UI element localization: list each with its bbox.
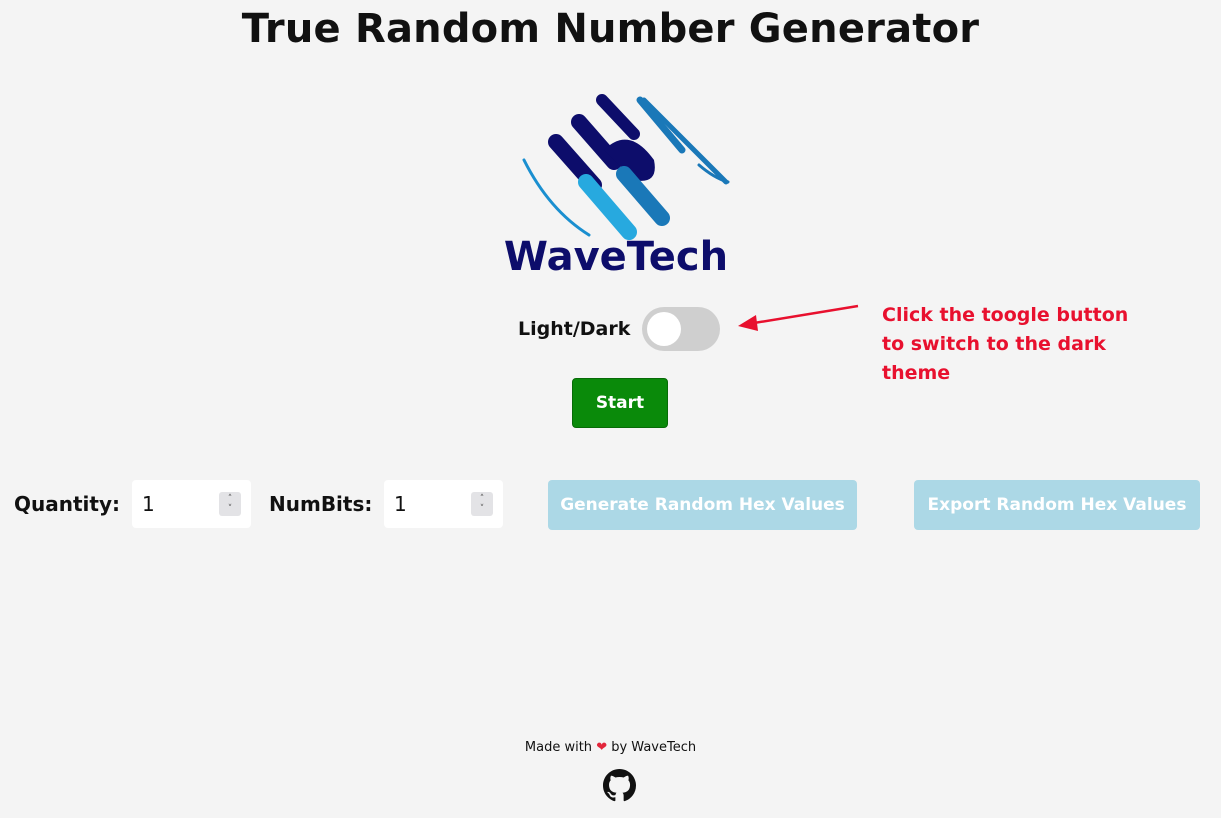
annotation-arrow-icon <box>738 304 859 331</box>
theme-toggle-label: Light/Dark <box>518 318 631 340</box>
numbits-value: 1 <box>394 492 407 516</box>
annotation-text: Click the toogle button to switch to the… <box>882 304 1129 384</box>
quantity-label: Quantity: <box>14 492 120 516</box>
numbits-spinner[interactable]: ˄ ˅ <box>471 492 493 516</box>
heart-icon: ❤ <box>596 740 608 755</box>
controls-row: Quantity: 1 ˄ ˅ NumBits: 1 ˄ ˅ Generate … <box>14 480 1204 530</box>
logo-wordmark: WaveTech <box>504 234 728 276</box>
chevron-up-icon[interactable]: ˄ <box>228 494 233 504</box>
footer-by: by WaveTech <box>611 740 697 755</box>
quantity-spinner[interactable]: ˄ ˅ <box>219 492 241 516</box>
export-hex-button[interactable]: Export Random Hex Values <box>914 480 1200 530</box>
page: True Random Number Generator WaveTech Li… <box>0 0 1221 818</box>
footer-made-with: Made with <box>524 740 593 755</box>
wavetech-logo: WaveTech <box>504 94 730 276</box>
theme-toggle-switch[interactable] <box>642 307 721 351</box>
chevron-down-icon[interactable]: ˅ <box>480 504 485 514</box>
page-title: True Random Number Generator <box>241 6 980 52</box>
generate-hex-button[interactable]: Generate Random Hex Values <box>548 480 857 530</box>
quantity-value: 1 <box>142 492 155 516</box>
chevron-up-icon[interactable]: ˄ <box>480 494 485 504</box>
numbits-input[interactable]: 1 ˄ ˅ <box>384 480 503 528</box>
theme-toggle-row: Light/Dark <box>518 306 721 352</box>
quantity-input[interactable]: 1 ˄ ˅ <box>132 480 251 528</box>
github-icon[interactable] <box>603 769 636 802</box>
numbits-label: NumBits: <box>269 492 373 516</box>
footer-credit: Made with ❤ by WaveTech <box>0 740 1221 755</box>
toggle-knob <box>647 312 682 346</box>
start-button[interactable]: Start <box>572 378 668 428</box>
chevron-down-icon[interactable]: ˅ <box>228 504 233 514</box>
